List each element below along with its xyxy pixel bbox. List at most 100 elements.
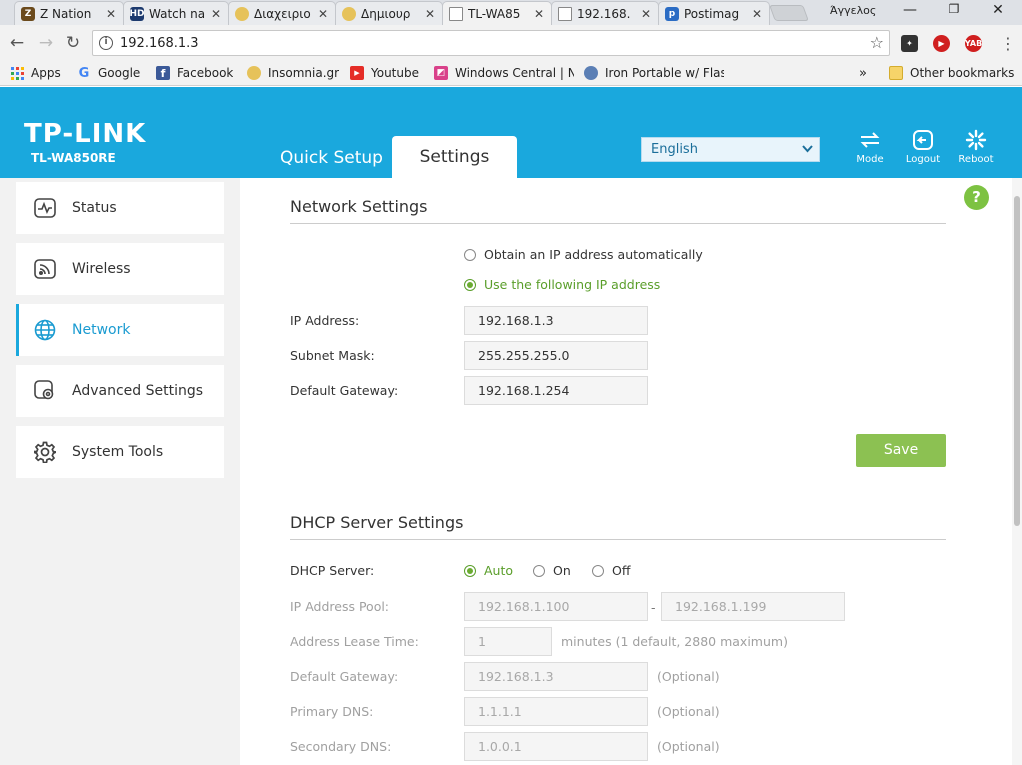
address-url[interactable]: 192.168.1.3 xyxy=(120,36,199,51)
bookmark-youtube[interactable]: ▶ Youtube xyxy=(350,66,419,80)
close-tab-icon[interactable]: ✕ xyxy=(105,7,117,21)
ip-address-input[interactable]: 192.168.1.3 xyxy=(464,306,648,335)
close-tab-icon[interactable]: ✕ xyxy=(317,7,329,21)
browser-tab[interactable]: Διαχειριο ✕ xyxy=(228,1,336,25)
radio-button[interactable] xyxy=(592,564,604,577)
router-header: TP-LINK TL-WA850RE Quick Setup Settings … xyxy=(0,87,1022,178)
bookmark-iron-portable[interactable]: Iron Portable w/ Flas xyxy=(584,66,724,80)
close-tab-icon[interactable]: ✕ xyxy=(640,7,652,21)
browser-tab[interactable]: HD Watch na ✕ xyxy=(123,1,229,25)
section-divider xyxy=(290,539,946,540)
page-scrollbar[interactable] xyxy=(1012,178,1022,765)
sidebar-item-label: System Tools xyxy=(72,444,164,460)
sidebar-item-wireless[interactable]: Wireless xyxy=(16,243,224,295)
tab-quick-setup[interactable]: Quick Setup xyxy=(280,148,383,168)
back-arrow-icon[interactable]: ← xyxy=(7,33,27,53)
browser-menu-icon[interactable]: ⋮ xyxy=(1000,34,1016,53)
browser-tab-active[interactable]: TL-WA85 ✕ xyxy=(442,1,552,25)
browser-tab[interactable]: p Postimag ✕ xyxy=(658,1,770,25)
bookmark-windows-central[interactable]: ◩ Windows Central | N xyxy=(434,66,574,80)
insomnia-favicon-icon xyxy=(342,6,356,21)
optional-hint: (Optional) xyxy=(657,669,720,684)
globe-network-icon xyxy=(33,318,57,342)
sidebar-item-status[interactable]: Status xyxy=(16,182,224,234)
other-bookmarks[interactable]: Other bookmarks xyxy=(889,66,1014,80)
browser-tab[interactable]: Z Z Nation ✕ xyxy=(14,1,124,25)
close-tab-icon[interactable]: ✕ xyxy=(210,7,222,21)
primary-dns-label: Primary DNS: xyxy=(290,704,374,719)
bookmark-facebook[interactable]: f Facebook xyxy=(156,66,233,80)
logout-button[interactable]: Logout xyxy=(903,127,943,165)
z-nation-favicon-icon: Z xyxy=(21,6,35,21)
youtube-icon: ▶ xyxy=(350,66,364,80)
primary-dns-input[interactable]: 1.1.1.1 xyxy=(464,697,648,726)
close-tab-icon[interactable]: ✕ xyxy=(751,7,763,21)
bookmark-insomnia[interactable]: Insomnia.gr xyxy=(247,66,339,80)
profile-name[interactable]: Άγγελος xyxy=(830,4,876,17)
sidebar-item-network[interactable]: Network xyxy=(16,304,224,356)
browser-tab-title: 192.168. xyxy=(577,6,631,21)
extension-icon[interactable]: ✦ xyxy=(901,35,918,52)
restore-icon[interactable]: ❐ xyxy=(944,2,964,16)
bookmark-label: Google xyxy=(98,66,141,80)
mode-label: Mode xyxy=(856,154,884,165)
ip-pool-end-input[interactable]: 192.168.1.199 xyxy=(661,592,845,621)
postimage-favicon-icon: p xyxy=(665,6,679,21)
sidebar-item-advanced-settings[interactable]: Advanced Settings xyxy=(16,365,224,417)
save-button[interactable]: Save xyxy=(856,434,946,467)
page-favicon-icon xyxy=(558,6,572,21)
radio-label: Use the following IP address xyxy=(484,277,661,292)
browser-tab-title: Postimag xyxy=(684,6,740,21)
sidebar-item-system-tools[interactable]: System Tools xyxy=(16,426,224,478)
subnet-mask-input[interactable]: 255.255.255.0 xyxy=(464,341,648,370)
pool-separator: - xyxy=(651,600,656,615)
bookmark-apps[interactable]: Apps xyxy=(10,66,61,80)
default-gateway-input[interactable]: 192.168.1.254 xyxy=(464,376,648,405)
bookmark-google[interactable]: G Google xyxy=(77,66,141,80)
status-pulse-icon xyxy=(33,196,57,220)
close-window-icon[interactable]: ✕ xyxy=(988,2,1008,18)
radio-use-following-ip[interactable]: Use the following IP address xyxy=(464,277,660,292)
network-settings-title: Network Settings xyxy=(290,197,428,216)
tab-settings[interactable]: Settings xyxy=(392,136,517,178)
radio-dhcp-off[interactable]: Off xyxy=(592,563,630,578)
lease-time-input[interactable]: 1 xyxy=(464,627,552,656)
radio-dhcp-auto[interactable]: Auto xyxy=(464,563,513,578)
close-tab-icon[interactable]: ✕ xyxy=(424,7,436,21)
browser-tab-title: TL-WA85 xyxy=(468,6,521,21)
mode-button[interactable]: Mode xyxy=(850,127,890,165)
info-icon[interactable]: i xyxy=(99,36,113,50)
reload-icon[interactable]: ↻ xyxy=(63,33,83,53)
radio-button[interactable] xyxy=(533,564,545,577)
forward-arrow-icon[interactable]: → xyxy=(36,33,56,53)
ip-pool-start-input[interactable]: 192.168.1.100 xyxy=(464,592,648,621)
dhcp-gateway-input[interactable]: 192.168.1.3 xyxy=(464,662,648,691)
bookmarks-overflow[interactable]: » xyxy=(859,66,867,81)
browser-tab[interactable]: Δημιουρ ✕ xyxy=(335,1,443,25)
bookmarks-overflow-label: » xyxy=(859,66,867,81)
address-bar[interactable]: i 192.168.1.3 ☆ xyxy=(92,30,890,56)
new-tab-button[interactable] xyxy=(769,5,809,21)
reboot-button[interactable]: Reboot xyxy=(956,127,996,165)
language-select[interactable]: English xyxy=(641,137,820,162)
radio-button-selected[interactable] xyxy=(464,564,476,577)
radio-label: Off xyxy=(612,563,631,578)
browser-tab[interactable]: 192.168. ✕ xyxy=(551,1,659,25)
scrollbar-thumb[interactable] xyxy=(1014,196,1020,526)
ip-pool-label: IP Address Pool: xyxy=(290,599,390,614)
close-tab-icon[interactable]: ✕ xyxy=(533,7,545,21)
radio-button[interactable] xyxy=(464,248,476,261)
facebook-icon: f xyxy=(156,66,170,80)
help-button[interactable]: ? xyxy=(964,185,989,210)
radio-obtain-automatically[interactable]: Obtain an IP address automatically xyxy=(464,247,703,262)
gear-icon xyxy=(33,440,57,464)
minimize-icon[interactable]: — xyxy=(900,2,920,18)
bookmark-star-icon[interactable]: ☆ xyxy=(870,33,884,52)
video-extension-icon[interactable]: ▶ xyxy=(933,35,950,52)
radio-dhcp-on[interactable]: On xyxy=(533,563,571,578)
yab-extension-icon[interactable]: YAB xyxy=(965,35,982,52)
browser-tab-title: Watch na xyxy=(149,6,206,21)
secondary-dns-input[interactable]: 1.0.0.1 xyxy=(464,732,648,761)
page-favicon-icon xyxy=(449,6,463,21)
radio-button-selected[interactable] xyxy=(464,278,476,291)
